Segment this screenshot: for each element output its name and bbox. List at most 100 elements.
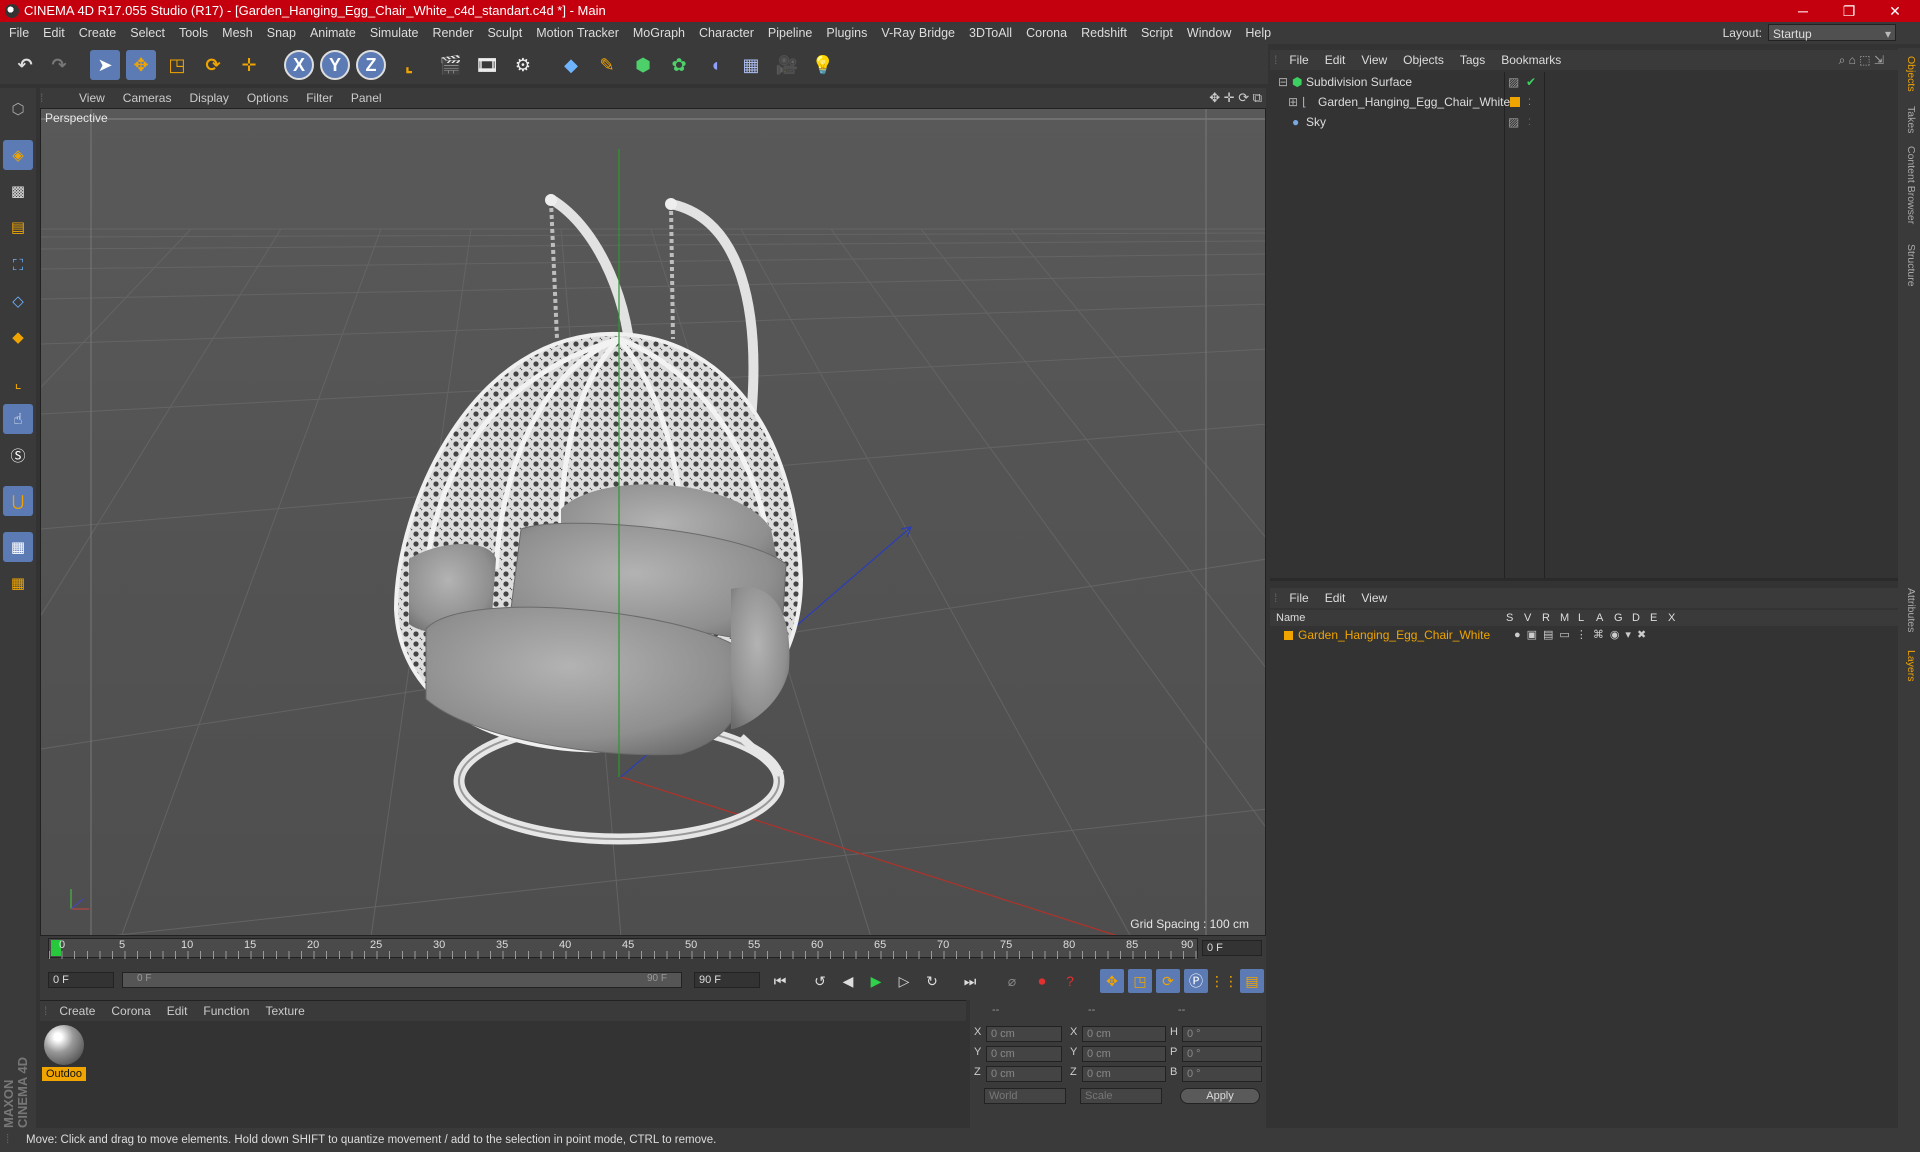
col-name[interactable]: Name: [1276, 610, 1305, 626]
end-frame-field[interactable]: 90 F: [694, 972, 760, 988]
visibility-dots-icon[interactable]: ⁚: [1528, 112, 1531, 132]
viewport-menu-display[interactable]: Display: [180, 88, 237, 108]
menu-snap[interactable]: Snap: [260, 22, 303, 44]
x-axis-icon[interactable]: X: [284, 50, 314, 80]
redo-icon[interactable]: ↷: [44, 50, 74, 80]
obj-manager-tool-icons[interactable]: ⌕ ⌂ ⬚ ⇲: [1831, 50, 1892, 70]
layer-flags-icons[interactable]: ●▣▤▭⋮⌘◉▾✖: [1514, 626, 1652, 644]
size-y-field[interactable]: 0 cm: [1082, 1046, 1166, 1062]
col-m[interactable]: M: [1560, 610, 1569, 626]
start-frame-field[interactable]: 0 F: [48, 972, 114, 988]
menu-mograph[interactable]: MoGraph: [626, 22, 692, 44]
autokeying-icon[interactable]: ?: [1058, 969, 1082, 993]
texture-mode-icon[interactable]: ▩: [3, 176, 33, 206]
obj-menu-edit[interactable]: Edit: [1317, 50, 1354, 70]
tab-content-browser[interactable]: Content Browser: [1901, 146, 1917, 224]
current-frame-field[interactable]: 0 F: [1202, 940, 1262, 956]
model-mode-icon[interactable]: ◈: [3, 140, 33, 170]
workplane-lock-icon[interactable]: ▦: [3, 532, 33, 562]
light-icon[interactable]: 💡: [808, 50, 838, 80]
col-s[interactable]: S: [1506, 610, 1513, 626]
timeline-track[interactable]: 0 5 10 15 20 25 30 35 40 45 50 55 60 65 …: [48, 938, 1199, 959]
scale-icon[interactable]: ◳: [162, 50, 192, 80]
layer-row[interactable]: Garden_Hanging_Egg_Chair_White ●▣▤▭⋮⌘◉▾✖: [1274, 626, 1894, 644]
timeline-window-icon[interactable]: ▤: [1240, 969, 1264, 993]
tab-attributes[interactable]: Attributes: [1901, 588, 1917, 632]
subdivision-icon[interactable]: ⬢: [628, 50, 658, 80]
material-menu-corona[interactable]: Corona: [103, 1001, 158, 1021]
menu-character[interactable]: Character: [692, 22, 761, 44]
obj-menu-objects[interactable]: Objects: [1395, 50, 1452, 70]
render-settings-icon[interactable]: ⚙: [508, 50, 538, 80]
visibility-toggle-icon[interactable]: ▨: [1508, 72, 1519, 92]
menu-tools[interactable]: Tools: [172, 22, 215, 44]
object-row-sky[interactable]: ● Sky ▨ ⁚: [1274, 112, 1894, 132]
visibility-toggle-icon[interactable]: ▨: [1508, 112, 1519, 132]
position-y-field[interactable]: 0 cm: [986, 1046, 1062, 1062]
menu-plugins[interactable]: Plugins: [819, 22, 874, 44]
camera-icon[interactable]: 🎥: [772, 50, 802, 80]
layer-menu-edit[interactable]: Edit: [1317, 588, 1354, 608]
polygons-mode-icon[interactable]: ◆: [3, 322, 33, 352]
expand-plus-icon[interactable]: ⊞: [1288, 92, 1298, 112]
viewport-menu-filter[interactable]: Filter: [297, 88, 342, 108]
col-d[interactable]: D: [1632, 610, 1640, 626]
layer-menu-view[interactable]: View: [1353, 588, 1395, 608]
grid-snap-icon[interactable]: ▦: [3, 568, 33, 598]
layer-menu-file[interactable]: File: [1281, 588, 1316, 608]
col-r[interactable]: R: [1542, 610, 1550, 626]
menu-script[interactable]: Script: [1134, 22, 1180, 44]
render-picture-viewer-icon[interactable]: 🎞: [472, 50, 502, 80]
make-editable-icon[interactable]: ⬡: [3, 94, 33, 124]
recent-tool-icon[interactable]: ✛: [234, 50, 264, 80]
previous-key-icon[interactable]: ↺: [808, 969, 832, 993]
col-x[interactable]: X: [1668, 610, 1675, 626]
col-v[interactable]: V: [1524, 610, 1531, 626]
size-x-field[interactable]: 0 cm: [1082, 1026, 1166, 1042]
timeline-ruler[interactable]: 0 5 10 15 20 25 30 35 40 45 50 55 60 65 …: [40, 936, 1266, 960]
position-x-field[interactable]: 0 cm: [986, 1026, 1062, 1042]
menu-corona[interactable]: Corona: [1019, 22, 1074, 44]
mograph-icon[interactable]: ✿: [664, 50, 694, 80]
viewport-menu-view[interactable]: View: [70, 88, 114, 108]
y-axis-icon[interactable]: Y: [320, 50, 350, 80]
viewport-menu-panel[interactable]: Panel: [342, 88, 391, 108]
z-axis-icon[interactable]: Z: [356, 50, 386, 80]
visibility-dots-icon[interactable]: ⁚: [1528, 92, 1531, 112]
menu-window[interactable]: Window: [1180, 22, 1238, 44]
menu-render[interactable]: Render: [425, 22, 480, 44]
close-button[interactable]: ✕: [1872, 0, 1918, 22]
frame-range-slider[interactable]: 0 F 90 F: [122, 972, 682, 988]
viewport-nav-icons[interactable]: ✥ ✛ ⟳ ⧉: [1209, 88, 1262, 108]
play-icon[interactable]: ▶: [864, 969, 888, 993]
material-menu-edit[interactable]: Edit: [159, 1001, 196, 1021]
tab-objects[interactable]: Objects: [1901, 56, 1917, 92]
undo-icon[interactable]: ↶: [10, 50, 40, 80]
material-menu-function[interactable]: Function: [195, 1001, 257, 1021]
key-position-icon[interactable]: ✥: [1100, 969, 1124, 993]
size-z-field[interactable]: 0 cm: [1082, 1066, 1166, 1082]
tab-layers[interactable]: Layers: [1901, 650, 1917, 682]
col-g[interactable]: G: [1614, 610, 1623, 626]
col-a[interactable]: A: [1596, 610, 1603, 626]
menu-edit[interactable]: Edit: [36, 22, 72, 44]
viewport-menu-cameras[interactable]: Cameras: [114, 88, 181, 108]
viewport-perspective[interactable]: Perspective Grid Spacing : 100 cm: [40, 108, 1266, 936]
obj-menu-view[interactable]: View: [1353, 50, 1395, 70]
deformer-icon[interactable]: ◖: [700, 50, 730, 80]
coordinate-system-icon[interactable]: ⌞: [394, 50, 424, 80]
material-menu-create[interactable]: Create: [51, 1001, 103, 1021]
obj-menu-tags[interactable]: Tags: [1452, 50, 1493, 70]
key-parameter-icon[interactable]: Ⓟ: [1184, 969, 1208, 993]
keyframe-selection-icon[interactable]: ⌀: [1000, 969, 1024, 993]
previous-frame-icon[interactable]: ◀: [836, 969, 860, 993]
menu-3dtoall[interactable]: 3DToAll: [962, 22, 1019, 44]
snap-s-icon[interactable]: Ⓢ: [3, 440, 33, 470]
axis-mode-icon[interactable]: ⌞: [3, 368, 33, 398]
apply-button[interactable]: Apply: [1180, 1088, 1260, 1104]
key-rotation-icon[interactable]: ⟳: [1156, 969, 1180, 993]
rotation-b-field[interactable]: 0 °: [1182, 1066, 1262, 1082]
menu-select[interactable]: Select: [123, 22, 172, 44]
menu-animate[interactable]: Animate: [303, 22, 363, 44]
object-row-egg-chair[interactable]: ⊞ ⌊ Garden_Hanging_Egg_Chair_White ⁚: [1274, 92, 1894, 112]
